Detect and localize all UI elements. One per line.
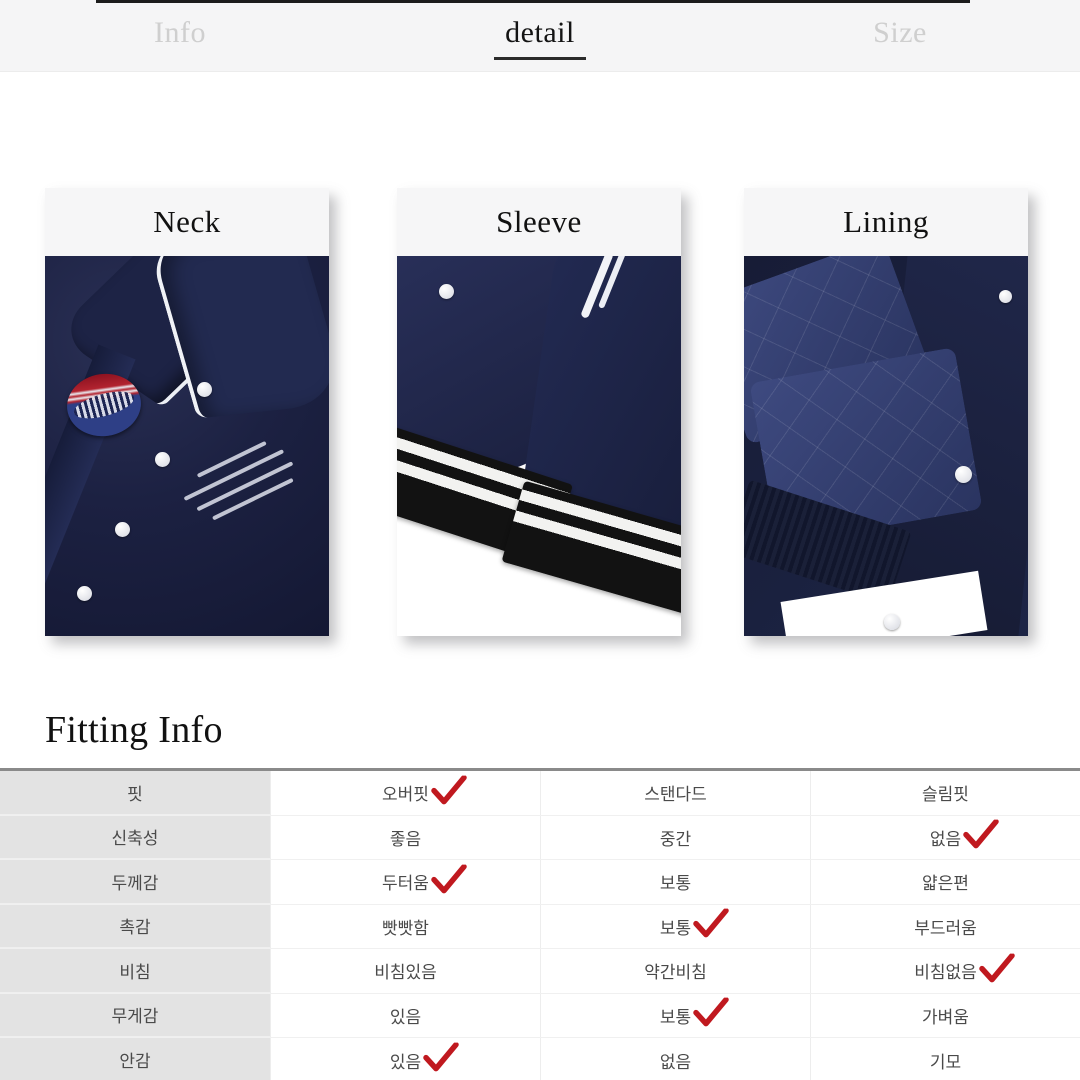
snap-button-icon xyxy=(955,466,972,483)
table-row: 안감 있음 없음 기모 xyxy=(0,1038,1080,1080)
fitting-option-cell[interactable]: 스탠다드 xyxy=(540,771,810,815)
table-row: 무게감 있음 보통 가벼움 xyxy=(0,993,1080,1038)
tab-list: Info detail Size xyxy=(0,0,1080,72)
check-icon xyxy=(423,1042,459,1073)
fitting-option-cell[interactable]: 빳빳함 xyxy=(270,904,540,948)
fitting-option-label: 빳빳함 xyxy=(382,918,429,938)
fitting-info-heading: Fitting Info xyxy=(45,709,223,751)
fitting-option-cell[interactable]: 중간 xyxy=(540,815,810,859)
snap-button-icon xyxy=(884,614,900,630)
detail-card-sleeve-title: Sleeve xyxy=(397,188,681,256)
fitting-option-label: 중간 xyxy=(659,829,692,849)
fitting-option-cell[interactable]: 보통 xyxy=(540,993,810,1037)
table-row: 비침 비침있음 약간비침 비침없음 xyxy=(0,949,1080,994)
tab-detail[interactable]: detail xyxy=(360,0,720,72)
fitting-option-cell[interactable]: 있음 xyxy=(270,1038,540,1080)
fitting-option-label: 기모 xyxy=(929,1052,962,1072)
fitting-option-label: 없음 xyxy=(659,1052,692,1072)
fitting-info-table: 핏 오버핏 스탠다드 슬림핏 신축성 좋음 중간 없음 두께감 두터움 보통 얇은편 촉감 빳빳함 보통 부드… xyxy=(0,768,1080,1080)
detail-card-lining-title: Lining xyxy=(744,188,1028,256)
fitting-option-label: 비침없음 xyxy=(914,953,1015,983)
detail-card-gallery: Neck Sleeve Lining xyxy=(0,188,1080,650)
snap-button-icon xyxy=(999,290,1012,303)
fitting-option-label: 두터움 xyxy=(382,864,467,894)
snap-button-icon xyxy=(439,284,454,299)
table-row: 두께감 두터움 보통 얇은편 xyxy=(0,860,1080,905)
lining-photo xyxy=(744,256,1028,636)
fitting-option-label: 가벼움 xyxy=(922,1007,969,1027)
sleeve-photo xyxy=(397,256,681,636)
detail-card-neck[interactable]: Neck xyxy=(45,188,329,636)
fitting-option-cell[interactable]: 없음 xyxy=(540,1038,810,1080)
tab-detail-underline xyxy=(494,57,586,60)
fitting-row-label: 비침 xyxy=(0,949,270,993)
fitting-option-cell[interactable]: 가벼움 xyxy=(810,993,1080,1037)
snap-button-icon xyxy=(197,382,212,397)
fitting-option-label: 좋음 xyxy=(389,829,422,849)
table-row: 핏 오버핏 스탠다드 슬림핏 xyxy=(0,771,1080,816)
fitting-option-label: 얇은편 xyxy=(922,874,969,894)
table-row: 신축성 좋음 중간 없음 xyxy=(0,815,1080,860)
fitting-option-label: 보통 xyxy=(659,874,692,894)
fitting-row-label: 안감 xyxy=(0,1038,270,1080)
tab-size[interactable]: Size xyxy=(720,0,1080,72)
fitting-option-cell[interactable]: 기모 xyxy=(810,1038,1080,1080)
detail-card-neck-title: Neck xyxy=(45,188,329,256)
snap-button-icon xyxy=(77,586,92,601)
fitting-option-label: 오버핏 xyxy=(382,775,467,805)
snap-button-icon xyxy=(155,452,170,467)
check-icon xyxy=(963,819,999,850)
fitting-option-cell[interactable]: 부드러움 xyxy=(810,904,1080,948)
fitting-option-cell[interactable]: 약간비침 xyxy=(540,949,810,993)
fitting-row-label: 무게감 xyxy=(0,993,270,1037)
fitting-option-label: 약간비침 xyxy=(644,963,707,983)
fitting-option-cell[interactable]: 오버핏 xyxy=(270,771,540,815)
table-row: 촉감 빳빳함 보통 부드러움 xyxy=(0,904,1080,949)
fitting-option-label: 슬림핏 xyxy=(922,785,969,805)
fitting-row-label: 촉감 xyxy=(0,904,270,948)
fitting-row-label: 두께감 xyxy=(0,860,270,904)
snap-button-icon xyxy=(115,522,130,537)
fitting-option-cell[interactable]: 없음 xyxy=(810,815,1080,859)
fitting-option-cell[interactable]: 보통 xyxy=(540,904,810,948)
check-icon xyxy=(693,997,729,1028)
fitting-option-label: 보통 xyxy=(660,997,729,1028)
fitting-option-label: 스탠다드 xyxy=(644,785,707,805)
fitting-option-cell[interactable]: 비침있음 xyxy=(270,949,540,993)
check-icon xyxy=(431,775,467,805)
tab-bar: Info detail Size xyxy=(0,0,1080,72)
fitting-option-cell[interactable]: 슬림핏 xyxy=(810,771,1080,815)
fitting-option-label: 있음 xyxy=(390,1042,459,1073)
fitting-option-cell[interactable]: 비침없음 xyxy=(810,949,1080,993)
fitting-row-label: 신축성 xyxy=(0,815,270,859)
fitting-option-cell[interactable]: 보통 xyxy=(540,860,810,904)
fitting-option-label: 보통 xyxy=(660,908,729,939)
detail-card-lining[interactable]: Lining xyxy=(744,188,1028,636)
fitting-option-cell[interactable]: 있음 xyxy=(270,993,540,1037)
tab-info-label: Info xyxy=(154,16,206,49)
fitting-option-cell[interactable]: 얇은편 xyxy=(810,860,1080,904)
check-icon xyxy=(979,953,1015,983)
fitting-row-label: 핏 xyxy=(0,771,270,815)
neck-photo xyxy=(45,256,329,636)
product-detail-page: Info detail Size Neck Sleeve Lining Fitt… xyxy=(0,0,1080,1080)
tab-size-label: Size xyxy=(873,16,927,49)
tab-detail-label: detail xyxy=(505,16,575,49)
tab-info[interactable]: Info xyxy=(0,0,360,72)
fitting-option-label: 부드러움 xyxy=(914,918,977,938)
check-icon xyxy=(693,908,729,939)
check-icon xyxy=(431,864,467,894)
fitting-option-cell[interactable]: 두터움 xyxy=(270,860,540,904)
fitting-option-cell[interactable]: 좋음 xyxy=(270,815,540,859)
fitting-option-label: 없음 xyxy=(930,819,999,850)
fitting-option-label: 비침있음 xyxy=(374,963,437,983)
fitting-option-label: 있음 xyxy=(389,1007,422,1027)
detail-card-sleeve[interactable]: Sleeve xyxy=(397,188,681,636)
